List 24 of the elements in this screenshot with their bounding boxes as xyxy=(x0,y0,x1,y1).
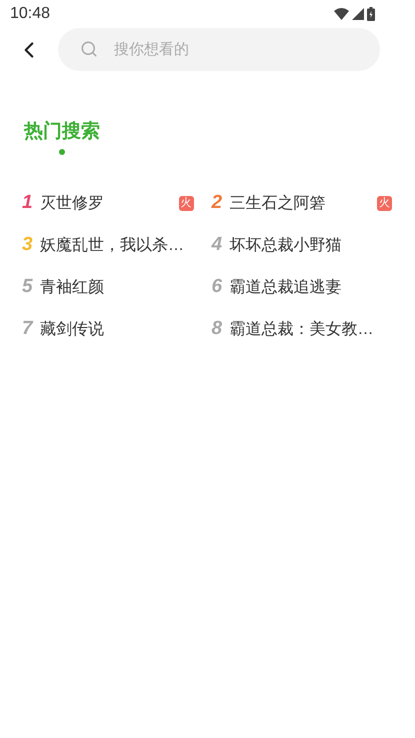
status-time: 10:48 xyxy=(10,4,50,24)
rank-number: 2 xyxy=(212,191,224,216)
rank-number: 6 xyxy=(212,275,224,300)
search-term[interactable]: 藏剑传说 xyxy=(40,318,194,342)
search-term[interactable]: 坏坏总裁小野猫 xyxy=(230,234,392,258)
battery-icon xyxy=(367,7,375,21)
hot-badge: 火 xyxy=(377,196,392,211)
search-term[interactable]: 三生石之阿箬 xyxy=(230,192,377,216)
rank-number: 4 xyxy=(212,233,224,258)
rank-number: 3 xyxy=(22,233,34,258)
search-icon xyxy=(80,40,98,58)
rank-number: 5 xyxy=(22,275,34,300)
search-term[interactable]: 妖魔乱世，我以杀… xyxy=(40,234,194,258)
rank-number: 8 xyxy=(212,317,224,342)
rank-number: 7 xyxy=(22,317,34,342)
hot-badge: 火 xyxy=(178,196,194,211)
wifi-icon xyxy=(334,8,349,20)
rank-number: 1 xyxy=(22,191,34,216)
search-term[interactable]: 灭世修罗 xyxy=(40,192,178,216)
search-field[interactable]: 搜你想看的 xyxy=(58,28,380,71)
search-term[interactable]: 青袖红颜 xyxy=(40,276,194,300)
signal-icon xyxy=(352,8,364,20)
search-term[interactable]: 霸道总裁：美女教… xyxy=(230,318,392,342)
search-term[interactable]: 霸道总裁追逃妻 xyxy=(230,276,392,300)
